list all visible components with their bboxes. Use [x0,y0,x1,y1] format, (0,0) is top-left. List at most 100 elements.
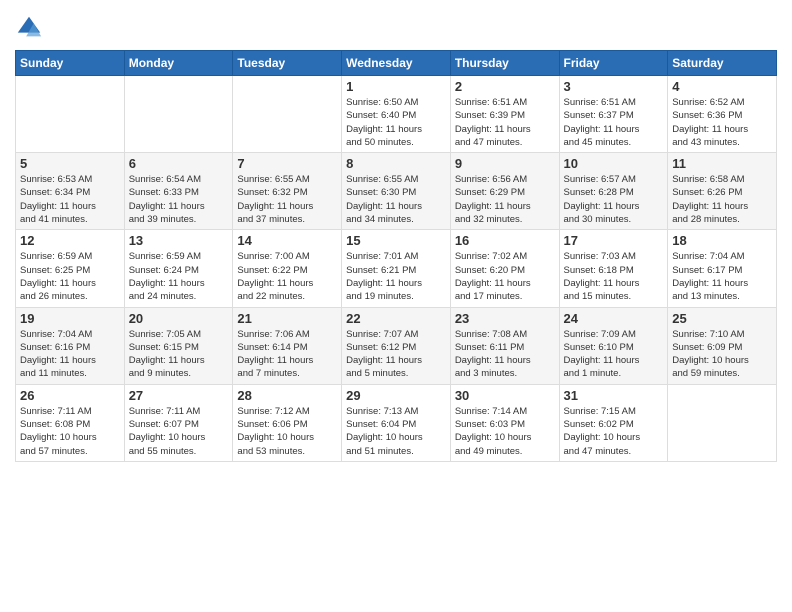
day-number: 8 [346,156,446,171]
day-info: Sunrise: 7:11 AM Sunset: 6:08 PM Dayligh… [20,405,120,458]
day-number: 17 [564,233,664,248]
day-info: Sunrise: 7:11 AM Sunset: 6:07 PM Dayligh… [129,405,229,458]
day-number: 4 [672,79,772,94]
calendar-cell: 22 Sunrise: 7:07 AM Sunset: 6:12 PM Dayli… [342,307,451,384]
day-info: Sunrise: 7:04 AM Sunset: 6:17 PM Dayligh… [672,250,772,303]
day-info: Sunrise: 6:55 AM Sunset: 6:32 PM Dayligh… [237,173,337,226]
calendar-cell: 31 Sunrise: 7:15 AM Sunset: 6:02 PM Dayli… [559,384,668,461]
weekday-header: Sunday [16,51,125,76]
day-info: Sunrise: 6:55 AM Sunset: 6:30 PM Dayligh… [346,173,446,226]
day-number: 11 [672,156,772,171]
day-number: 10 [564,156,664,171]
day-number: 22 [346,311,446,326]
day-info: Sunrise: 7:04 AM Sunset: 6:16 PM Dayligh… [20,328,120,381]
calendar-cell: 21 Sunrise: 7:06 AM Sunset: 6:14 PM Dayli… [233,307,342,384]
calendar-week-row: 19 Sunrise: 7:04 AM Sunset: 6:16 PM Dayli… [16,307,777,384]
day-number: 30 [455,388,555,403]
day-number: 24 [564,311,664,326]
day-info: Sunrise: 6:51 AM Sunset: 6:39 PM Dayligh… [455,96,555,149]
calendar-cell: 25 Sunrise: 7:10 AM Sunset: 6:09 PM Dayli… [668,307,777,384]
calendar-cell: 6 Sunrise: 6:54 AM Sunset: 6:33 PM Daylig… [124,153,233,230]
calendar-cell: 5 Sunrise: 6:53 AM Sunset: 6:34 PM Daylig… [16,153,125,230]
day-number: 9 [455,156,555,171]
day-number: 5 [20,156,120,171]
day-info: Sunrise: 7:10 AM Sunset: 6:09 PM Dayligh… [672,328,772,381]
day-info: Sunrise: 7:00 AM Sunset: 6:22 PM Dayligh… [237,250,337,303]
calendar-cell: 20Sunrise: 7:05 AM Sunset: 6:15 PM Dayli… [124,307,233,384]
calendar-cell: 4 Sunrise: 6:52 AM Sunset: 6:36 PM Daylig… [668,76,777,153]
day-info: Sunrise: 7:06 AM Sunset: 6:14 PM Dayligh… [237,328,337,381]
day-number: 2 [455,79,555,94]
calendar-cell [668,384,777,461]
day-number: 26 [20,388,120,403]
logo [15,14,47,42]
calendar-cell: 30 Sunrise: 7:14 AM Sunset: 6:03 PM Dayli… [450,384,559,461]
calendar-cell: 14Sunrise: 7:00 AM Sunset: 6:22 PM Dayli… [233,230,342,307]
day-info: Sunrise: 6:54 AM Sunset: 6:33 PM Dayligh… [129,173,229,226]
calendar-cell: 10 Sunrise: 6:57 AM Sunset: 6:28 PM Dayli… [559,153,668,230]
page-header [15,10,777,42]
calendar-cell: 29Sunrise: 7:13 AM Sunset: 6:04 PM Dayli… [342,384,451,461]
calendar-cell: 24 Sunrise: 7:09 AM Sunset: 6:10 PM Dayli… [559,307,668,384]
calendar-cell: 2 Sunrise: 6:51 AM Sunset: 6:39 PM Daylig… [450,76,559,153]
day-number: 16 [455,233,555,248]
day-number: 27 [129,388,229,403]
day-number: 21 [237,311,337,326]
page-container: SundayMondayTuesdayWednesdayThursdayFrid… [0,0,792,472]
calendar-cell: 9 Sunrise: 6:56 AM Sunset: 6:29 PM Daylig… [450,153,559,230]
day-info: Sunrise: 6:52 AM Sunset: 6:36 PM Dayligh… [672,96,772,149]
day-info: Sunrise: 7:12 AM Sunset: 6:06 PM Dayligh… [237,405,337,458]
calendar-cell: 18 Sunrise: 7:04 AM Sunset: 6:17 PM Dayli… [668,230,777,307]
day-number: 18 [672,233,772,248]
day-info: Sunrise: 7:09 AM Sunset: 6:10 PM Dayligh… [564,328,664,381]
calendar-cell: 8 Sunrise: 6:55 AM Sunset: 6:30 PM Daylig… [342,153,451,230]
day-info: Sunrise: 6:50 AM Sunset: 6:40 PM Dayligh… [346,96,446,149]
day-number: 12 [20,233,120,248]
day-number: 6 [129,156,229,171]
calendar-week-row: 26 Sunrise: 7:11 AM Sunset: 6:08 PM Dayli… [16,384,777,461]
day-number: 23 [455,311,555,326]
calendar-cell: 28 Sunrise: 7:12 AM Sunset: 6:06 PM Dayli… [233,384,342,461]
calendar-cell: 11 Sunrise: 6:58 AM Sunset: 6:26 PM Dayli… [668,153,777,230]
calendar-week-row: 5 Sunrise: 6:53 AM Sunset: 6:34 PM Daylig… [16,153,777,230]
day-info: Sunrise: 7:07 AM Sunset: 6:12 PM Dayligh… [346,328,446,381]
day-info: Sunrise: 7:01 AM Sunset: 6:21 PM Dayligh… [346,250,446,303]
day-info: Sunrise: 6:59 AM Sunset: 6:25 PM Dayligh… [20,250,120,303]
day-number: 31 [564,388,664,403]
day-info: Sunrise: 6:59 AM Sunset: 6:24 PM Dayligh… [129,250,229,303]
calendar-cell [233,76,342,153]
day-info: Sunrise: 6:57 AM Sunset: 6:28 PM Dayligh… [564,173,664,226]
day-info: Sunrise: 7:13 AM Sunset: 6:04 PM Dayligh… [346,405,446,458]
day-number: 13 [129,233,229,248]
calendar-cell [16,76,125,153]
day-number: 19 [20,311,120,326]
calendar-cell [124,76,233,153]
day-info: Sunrise: 6:53 AM Sunset: 6:34 PM Dayligh… [20,173,120,226]
weekday-header-row: SundayMondayTuesdayWednesdayThursdayFrid… [16,51,777,76]
day-info: Sunrise: 7:14 AM Sunset: 6:03 PM Dayligh… [455,405,555,458]
day-info: Sunrise: 6:58 AM Sunset: 6:26 PM Dayligh… [672,173,772,226]
day-info: Sunrise: 6:51 AM Sunset: 6:37 PM Dayligh… [564,96,664,149]
calendar-cell: 17 Sunrise: 7:03 AM Sunset: 6:18 PM Dayli… [559,230,668,307]
day-number: 3 [564,79,664,94]
day-number: 20 [129,311,229,326]
calendar-cell: 19 Sunrise: 7:04 AM Sunset: 6:16 PM Dayli… [16,307,125,384]
calendar-cell: 13 Sunrise: 6:59 AM Sunset: 6:24 PM Dayli… [124,230,233,307]
calendar-week-row: 12 Sunrise: 6:59 AM Sunset: 6:25 PM Dayli… [16,230,777,307]
day-info: Sunrise: 7:15 AM Sunset: 6:02 PM Dayligh… [564,405,664,458]
day-number: 25 [672,311,772,326]
calendar-cell: 23Sunrise: 7:08 AM Sunset: 6:11 PM Dayli… [450,307,559,384]
weekday-header: Wednesday [342,51,451,76]
weekday-header: Friday [559,51,668,76]
logo-icon [15,14,43,42]
calendar-cell: 15 Sunrise: 7:01 AM Sunset: 6:21 PM Dayli… [342,230,451,307]
day-number: 15 [346,233,446,248]
calendar-cell: 12 Sunrise: 6:59 AM Sunset: 6:25 PM Dayli… [16,230,125,307]
calendar-cell: 3 Sunrise: 6:51 AM Sunset: 6:37 PM Daylig… [559,76,668,153]
day-number: 28 [237,388,337,403]
day-info: Sunrise: 6:56 AM Sunset: 6:29 PM Dayligh… [455,173,555,226]
day-info: Sunrise: 7:03 AM Sunset: 6:18 PM Dayligh… [564,250,664,303]
weekday-header: Monday [124,51,233,76]
calendar-week-row: 1Sunrise: 6:50 AM Sunset: 6:40 PM Daylig… [16,76,777,153]
calendar-table: SundayMondayTuesdayWednesdayThursdayFrid… [15,50,777,462]
